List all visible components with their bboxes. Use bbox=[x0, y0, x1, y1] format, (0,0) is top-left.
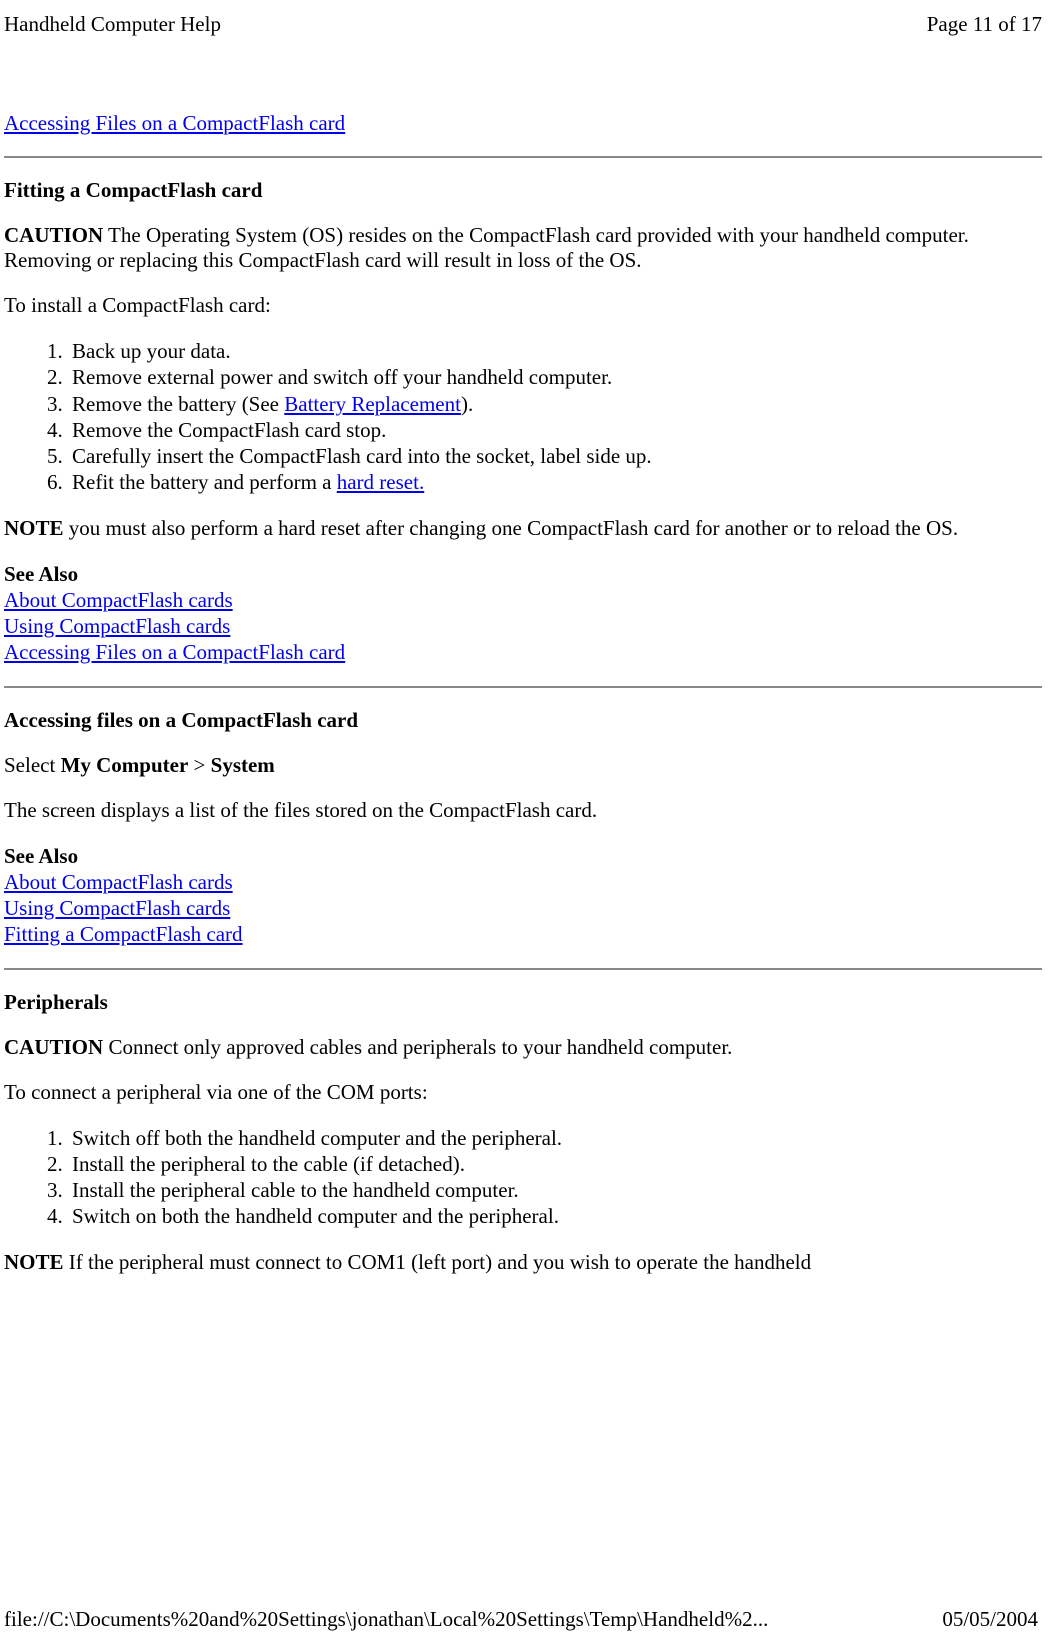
list-item: Remove the battery (See Battery Replacem… bbox=[68, 391, 1042, 417]
list-item: Switch off both the handheld computer an… bbox=[68, 1125, 1042, 1151]
link-accessing-files[interactable]: Accessing Files on a CompactFlash card bbox=[4, 640, 345, 664]
step-text: ). bbox=[461, 392, 473, 416]
step-text: Remove the battery (See bbox=[72, 392, 284, 416]
caution-text: The Operating System (OS) resides on the… bbox=[4, 223, 969, 272]
connect-intro: To connect a peripheral via one of the C… bbox=[4, 1080, 1042, 1105]
see-also-label: See Also bbox=[4, 843, 1042, 869]
caution-paragraph-fitting: CAUTION The Operating System (OS) reside… bbox=[4, 223, 1042, 273]
link-accessing-files-top[interactable]: Accessing Files on a CompactFlash card bbox=[4, 111, 345, 135]
select-mid: > bbox=[188, 753, 210, 777]
select-pre: Select bbox=[4, 753, 61, 777]
header-page-indicator: Page 11 of 17 bbox=[927, 12, 1042, 37]
select-path: Select My Computer > System bbox=[4, 753, 1042, 778]
footer-path: file://C:\Documents%20and%20Settings\jon… bbox=[4, 1607, 768, 1632]
link-battery-replacement[interactable]: Battery Replacement bbox=[284, 392, 461, 416]
note-label: NOTE bbox=[4, 1250, 64, 1274]
link-about-compactflash[interactable]: About CompactFlash cards bbox=[4, 588, 233, 612]
list-item: Back up your data. bbox=[68, 338, 1042, 364]
link-about-compactflash[interactable]: About CompactFlash cards bbox=[4, 870, 233, 894]
step-text: Refit the battery and perform a bbox=[72, 470, 337, 494]
note-text: you must also perform a hard reset after… bbox=[64, 516, 959, 540]
caution-label: CAUTION bbox=[4, 1035, 103, 1059]
link-hard-reset[interactable]: hard reset. bbox=[337, 470, 424, 494]
list-item: Refit the battery and perform a hard res… bbox=[68, 469, 1042, 495]
list-item: Install the peripheral to the cable (if … bbox=[68, 1151, 1042, 1177]
heading-fitting: Fitting a CompactFlash card bbox=[4, 178, 1042, 203]
list-item: Remove external power and switch off you… bbox=[68, 364, 1042, 390]
header-title: Handheld Computer Help bbox=[4, 12, 221, 37]
heading-accessing: Accessing files on a CompactFlash card bbox=[4, 708, 1042, 733]
link-using-compactflash[interactable]: Using CompactFlash cards bbox=[4, 896, 230, 920]
see-also-label: See Also bbox=[4, 561, 1042, 587]
select-my-computer: My Computer bbox=[61, 753, 189, 777]
footer-date: 05/05/2004 bbox=[942, 1607, 1038, 1632]
list-item: Carefully insert the CompactFlash card i… bbox=[68, 443, 1042, 469]
divider bbox=[4, 686, 1042, 688]
note-paragraph-fitting: NOTE you must also perform a hard reset … bbox=[4, 516, 1042, 541]
note-label: NOTE bbox=[4, 516, 64, 540]
link-using-compactflash[interactable]: Using CompactFlash cards bbox=[4, 614, 230, 638]
divider bbox=[4, 156, 1042, 158]
note-paragraph-peripherals: NOTE If the peripheral must connect to C… bbox=[4, 1250, 1042, 1275]
see-also-fitting: See Also About CompactFlash cards Using … bbox=[4, 561, 1042, 666]
accessing-description: The screen displays a list of the files … bbox=[4, 798, 1042, 823]
note-text: If the peripheral must connect to COM1 (… bbox=[64, 1250, 812, 1274]
select-system: System bbox=[211, 753, 275, 777]
heading-peripherals: Peripherals bbox=[4, 990, 1042, 1015]
see-also-accessing: See Also About CompactFlash cards Using … bbox=[4, 843, 1042, 948]
caution-text: Connect only approved cables and periphe… bbox=[103, 1035, 732, 1059]
link-fitting-compactflash[interactable]: Fitting a CompactFlash card bbox=[4, 922, 243, 946]
divider bbox=[4, 968, 1042, 970]
list-item: Switch on both the handheld computer and… bbox=[68, 1203, 1042, 1229]
caution-label: CAUTION bbox=[4, 223, 103, 247]
list-item: Install the peripheral cable to the hand… bbox=[68, 1177, 1042, 1203]
list-item: Remove the CompactFlash card stop. bbox=[68, 417, 1042, 443]
caution-paragraph-peripherals: CAUTION Connect only approved cables and… bbox=[4, 1035, 1042, 1060]
peripherals-steps-list: Switch off both the handheld computer an… bbox=[4, 1125, 1042, 1230]
fitting-steps-list: Back up your data. Remove external power… bbox=[4, 338, 1042, 496]
install-intro: To install a CompactFlash card: bbox=[4, 293, 1042, 318]
